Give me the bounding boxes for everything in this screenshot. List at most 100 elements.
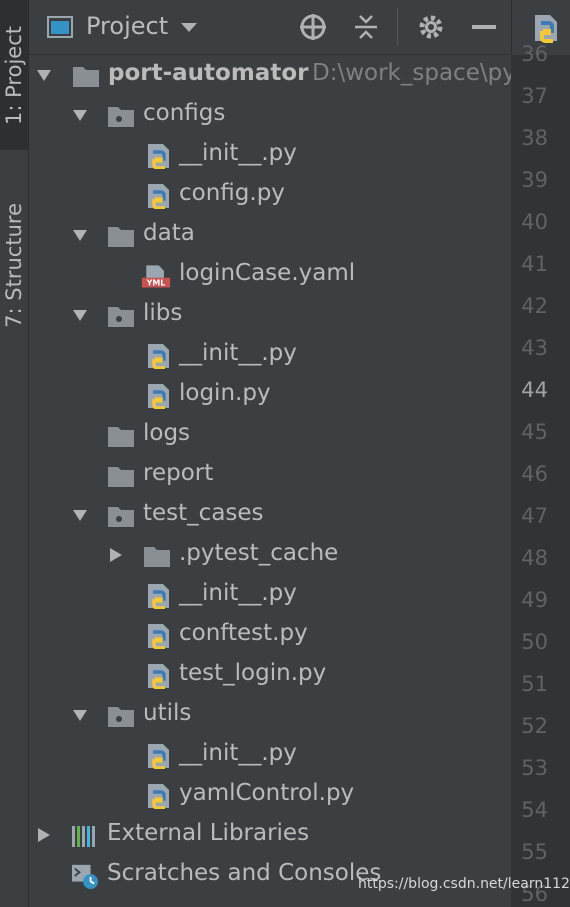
line-number: 40 [521,210,548,234]
svg-text:YML: YML [146,279,166,288]
library-icon [72,826,95,847]
python-file-icon [148,744,169,769]
tree-row-logs[interactable]: logs [29,415,511,455]
tree-item-label: __init__.py [179,340,297,366]
project-tool-tab[interactable]: 1: Project [0,0,28,150]
root-folder-path: D:\work_space\py [312,60,511,86]
line-number: 47 [521,504,548,528]
tree-item-label: yamlControl.py [179,780,355,806]
package-folder-icon [108,707,134,727]
expanded-arrow-icon[interactable] [36,67,52,83]
locate-icon[interactable] [296,10,330,44]
tree-row-file[interactable]: YML loginCase.yaml [29,255,511,295]
line-number: 53 [521,756,548,780]
expanded-arrow-icon[interactable] [72,307,88,323]
line-number: 37 [521,84,548,108]
line-number: 44 [521,378,548,402]
line-number: 42 [521,294,548,318]
line-number: 38 [521,126,548,150]
project-panel-header: Project [29,0,510,55]
project-tool-tab-label: 1: Project [2,25,26,125]
tree-row-file[interactable]: test_login.py [29,655,511,695]
tree-item-label: data [143,220,195,246]
scratches-label: Scratches and Consoles [107,860,382,886]
tree-item-label: logs [143,420,191,446]
line-number: 49 [521,588,548,612]
external-libraries-label: External Libraries [107,820,310,846]
tree-row-data[interactable]: data [29,215,511,255]
python-file-icon [535,15,557,43]
tree-row-file[interactable]: __init__.py [29,575,511,615]
folder-icon [144,547,170,567]
tree-row-file[interactable]: config.py [29,175,511,215]
tree-row-utils[interactable]: utils [29,695,511,735]
structure-tool-tab[interactable]: 7: Structure [0,185,28,345]
tree-item-label: libs [143,300,183,326]
dropdown-icon[interactable] [172,10,206,44]
tree-item-label: config.py [179,180,285,206]
line-number: 52 [521,714,548,738]
tree-item-label: __init__.py [179,580,297,606]
line-number: 41 [521,252,548,276]
tree-item-label: login.py [179,380,271,406]
structure-tool-tab-label: 7: Structure [2,202,26,328]
line-number: 46 [521,462,548,486]
python-file-icon [148,344,169,369]
line-number: 39 [521,168,548,192]
python-file-icon [148,784,169,809]
tree-row-external-libraries[interactable]: External Libraries [29,815,511,855]
python-file-icon [148,624,169,649]
line-number: 48 [521,546,548,570]
expanded-arrow-icon[interactable] [72,107,88,123]
folder-icon [73,67,99,87]
line-number: 36 [521,42,548,66]
python-file-icon [148,584,169,609]
line-number: 50 [521,630,548,654]
tree-row-libs[interactable]: libs [29,295,511,335]
editor-gutter: 36 37 38 39 40 41 42 43 44 45 46 47 48 49 50 51 52 53 54 55… [511,42,570,907]
root-folder-name: port-automator [108,60,309,86]
collapsed-arrow-icon[interactable] [36,827,52,843]
expanded-arrow-icon[interactable] [72,227,88,243]
tree-item-label: utils [143,700,192,726]
tree-row-report[interactable]: report [29,455,511,495]
yaml-file-icon: YML [141,265,171,288]
tree-row-file[interactable]: yamlControl.py [29,775,511,815]
tree-row-file[interactable]: __init__.py [29,135,511,175]
tree-row-file[interactable]: __init__.py [29,335,511,375]
tree-item-label: loginCase.yaml [179,260,356,286]
project-tree: port-automator D:\work_space\py configs … [29,55,511,907]
collapse-all-icon[interactable] [349,10,383,44]
tree-item-label: test_cases [143,500,264,526]
line-number: 45 [521,420,548,444]
gear-icon[interactable] [414,10,448,44]
hide-icon[interactable] [467,10,501,44]
tree-row-test-cases[interactable]: test_cases [29,495,511,535]
tool-window-strip: 1: Project 7: Structure [0,0,29,907]
collapsed-arrow-icon[interactable] [108,547,124,563]
folder-icon [108,227,134,247]
expanded-arrow-icon[interactable] [72,707,88,723]
tree-row-file[interactable]: conftest.py [29,615,511,655]
tree-item-label: __init__.py [179,140,297,166]
folder-icon [108,427,134,447]
panel-title[interactable]: Project [86,12,168,40]
python-file-icon [148,384,169,409]
tree-row-file[interactable]: __init__.py [29,735,511,775]
python-file-icon [148,664,169,689]
watermark-text: https://blog.csdn.net/learn112 [358,876,570,892]
package-folder-icon [108,107,134,127]
tree-row-configs[interactable]: configs [29,95,511,135]
tree-row-root[interactable]: port-automator D:\work_space\py [29,55,511,95]
project-view-icon [43,10,77,44]
tree-row-file[interactable]: login.py [29,375,511,415]
tree-item-label: configs [143,100,226,126]
tree-item-label: __init__.py [179,740,297,766]
python-file-icon [148,144,169,169]
tree-item-label: conftest.py [179,620,308,646]
scratches-icon [72,864,98,889]
line-number: 43 [521,336,548,360]
expanded-arrow-icon[interactable] [72,507,88,523]
folder-icon [108,467,134,487]
tree-row-pytest-cache[interactable]: .pytest_cache [29,535,511,575]
